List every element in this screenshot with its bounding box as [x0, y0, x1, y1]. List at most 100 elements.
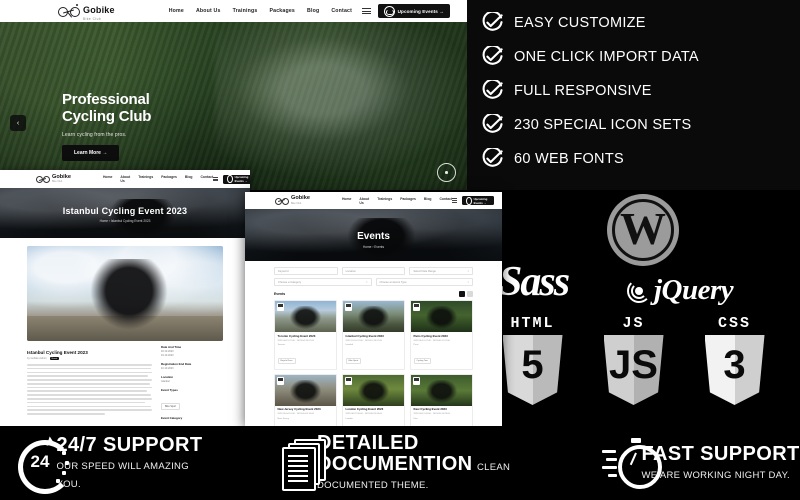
event-card-date: 2023-04-15 07:00 - 2023-04-16 07:00 — [277, 339, 315, 342]
location-input[interactable]: Location — [341, 267, 406, 275]
list-view-icon[interactable] — [467, 291, 473, 297]
nav-item-trainings[interactable]: Trainings — [377, 197, 392, 205]
site-logo[interactable]: Gobike Bike Club — [58, 1, 115, 21]
sidebar-field-event-category: Event Category Istanbul — [161, 416, 223, 426]
event-card[interactable]: Toronto Cycling Event 2023 2023-04-15 07… — [274, 300, 337, 370]
event-detail-body: Istanbul Cycling Event 2023 by Gobike Ad… — [0, 238, 250, 426]
site-logo[interactable]: Gobike Bike Club — [36, 174, 71, 183]
support-bar: 24 24/7 SUPPORT OUR SPEED WILL AMAZING Y… — [0, 426, 800, 500]
nav-item-packages[interactable]: Packages — [161, 175, 177, 183]
event-card-title: New Jersey Cycling Event 2023 — [277, 407, 321, 412]
event-card[interactable]: Kiev Cycling Event 2023 2023-09-12 09:00… — [410, 373, 473, 426]
event-card-thumbnail — [275, 374, 336, 406]
scroll-indicator-icon[interactable] — [437, 163, 456, 182]
event-card[interactable]: New Jersey Cycling Event 2023 2023-05-04… — [274, 373, 337, 426]
learn-more-label: Learn More → — [74, 149, 108, 156]
article-author: by Gobike Admin — [27, 357, 47, 360]
html5-shield: HTML 5 — [500, 315, 566, 405]
nav-item-about-us[interactable]: About Us — [196, 8, 221, 14]
nav-item-home[interactable]: Home — [342, 197, 351, 205]
event-card-category[interactable]: Bike Sport — [345, 357, 362, 364]
event-card[interactable]: Paris Cycling Event 2023 2023-06-10 07:0… — [410, 300, 473, 370]
events-grid: Toronto Cycling Event 2023 2023-04-15 07… — [245, 297, 502, 426]
field-value: 18.10.2023 19.10.2023 — [161, 350, 174, 358]
shield-logos: HTML 5 JS JS CSS 3 — [482, 315, 785, 405]
category-select[interactable]: Choose a Category × — [274, 278, 372, 286]
nav-item-blog[interactable]: Blog — [424, 197, 432, 205]
field-value-chip[interactable]: Bike Sport — [161, 402, 181, 410]
learn-more-button[interactable]: Learn More → — [62, 144, 120, 161]
nav-item-home[interactable]: Home — [169, 8, 184, 14]
css3-digit: 3 — [723, 343, 746, 387]
clock-24-badge: 24 — [30, 452, 50, 471]
date-badge-icon — [277, 376, 284, 385]
event-card[interactable]: Istanbul Cycling Event 2023 2023-10-18 0… — [342, 300, 405, 370]
nav-item-packages[interactable]: Packages — [400, 197, 416, 205]
js-digit: JS — [609, 343, 658, 387]
nav-item-contact[interactable]: Contact — [331, 8, 352, 14]
feature-label: 60 WEB FONTS — [514, 151, 624, 167]
feature-row: FULL RESPONSIVE — [467, 74, 800, 108]
clear-icon[interactable]: × — [468, 270, 470, 273]
article-title: Istanbul Cycling Event 2023 — [27, 350, 88, 355]
upcoming-events-button[interactable]: Upcoming Events → — [223, 174, 250, 184]
support-item-fast-support: FAST SUPPORT WE ARE WORKING NIGHT DAY. — [602, 437, 800, 489]
clear-icon[interactable]: × — [467, 281, 469, 284]
event-card-category[interactable]: Cycling Tour — [413, 357, 431, 364]
css3-shield-shape: 3 — [704, 335, 765, 405]
nav-item-blog[interactable]: Blog — [185, 175, 193, 183]
technology-logos-panel: W Sass jQuery HTML 5 JS JS CSS 3 — [467, 190, 800, 426]
keyword-placeholder: Keyword — [278, 269, 289, 273]
location-placeholder: Location — [345, 269, 356, 273]
event-card-date: 2023-06-10 07:00 - 2023-06-11 07:00 — [413, 339, 450, 342]
carousel-prev-arrow-icon[interactable]: ‹ — [10, 115, 26, 131]
keyword-input[interactable]: Keyword — [274, 267, 338, 275]
nav-item-trainings[interactable]: Trainings — [233, 8, 258, 14]
nav-item-contact[interactable]: Contact — [439, 197, 452, 205]
site-logo[interactable]: Gobike Bike Club — [275, 196, 310, 205]
brand-tagline: Bike Club — [83, 16, 102, 21]
event-card-date: 2023-10-18 07:00 - 2023-10-19 07:00 — [345, 339, 383, 342]
hamburger-menu-icon[interactable] — [213, 176, 219, 182]
primary-nav: Home About Us Trainings Packages Blog Co… — [342, 197, 452, 205]
event-card-location: New Jersey — [277, 418, 289, 421]
html5-digit: 5 — [521, 343, 544, 387]
event-card-thumbnail — [411, 374, 472, 406]
html5-label: HTML — [510, 315, 555, 332]
hamburger-menu-icon[interactable] — [361, 7, 371, 15]
upcoming-events-label: Upcoming Events → — [234, 175, 249, 183]
upcoming-events-button[interactable]: Upcoming Events → — [377, 4, 450, 18]
nav-item-home[interactable]: Home — [103, 175, 112, 183]
event-card-category[interactable]: Bicycle Race — [277, 357, 296, 364]
view-toggle — [459, 291, 473, 297]
event-card[interactable]: London Cycling Event 2023 2023-08-22 08:… — [342, 373, 405, 426]
nav-item-blog[interactable]: Blog — [307, 8, 319, 14]
nav-item-about-us[interactable]: About Us — [359, 197, 369, 205]
grid-view-icon[interactable] — [459, 291, 465, 297]
nav-item-contact[interactable]: Contact — [200, 175, 213, 183]
category-placeholder: Choose a Category — [278, 280, 302, 284]
event-card-title: Paris Cycling Event 2023 — [413, 333, 448, 338]
date-badge-icon — [413, 376, 420, 385]
nav-item-about-us[interactable]: About Us — [120, 175, 130, 183]
events-header: Gobike Bike Club Home About Us Trainings… — [245, 192, 502, 209]
check-circle-icon — [481, 12, 503, 34]
field-label: Registration End Date — [161, 361, 192, 366]
hamburger-menu-icon[interactable] — [452, 198, 458, 203]
date-range-select[interactable]: Select Date Range × — [409, 267, 474, 275]
event-type-select[interactable]: Choose an Event Type × — [375, 278, 473, 286]
js-label: JS — [622, 315, 645, 332]
feature-label: FULL RESPONSIVE — [514, 83, 652, 99]
nav-item-packages[interactable]: Packages — [269, 8, 295, 14]
support-title: 24/7 SUPPORT — [56, 433, 203, 456]
upcoming-events-button[interactable]: Upcoming Events → — [462, 196, 494, 205]
event-card-thumbnail — [343, 374, 404, 406]
event-type-placeholder: Choose an Event Type — [379, 280, 407, 284]
clear-icon[interactable]: × — [366, 281, 368, 284]
feature-label: ONE CLICK IMPORT DATA — [514, 49, 699, 65]
nav-item-trainings[interactable]: Trainings — [138, 175, 153, 183]
js-shield: JS JS — [601, 315, 667, 405]
hero-title-line2: Cycling Club — [62, 107, 152, 125]
event-card-location: London — [345, 418, 353, 421]
support-title: DETAILED DOCUMENTION — [317, 432, 473, 475]
